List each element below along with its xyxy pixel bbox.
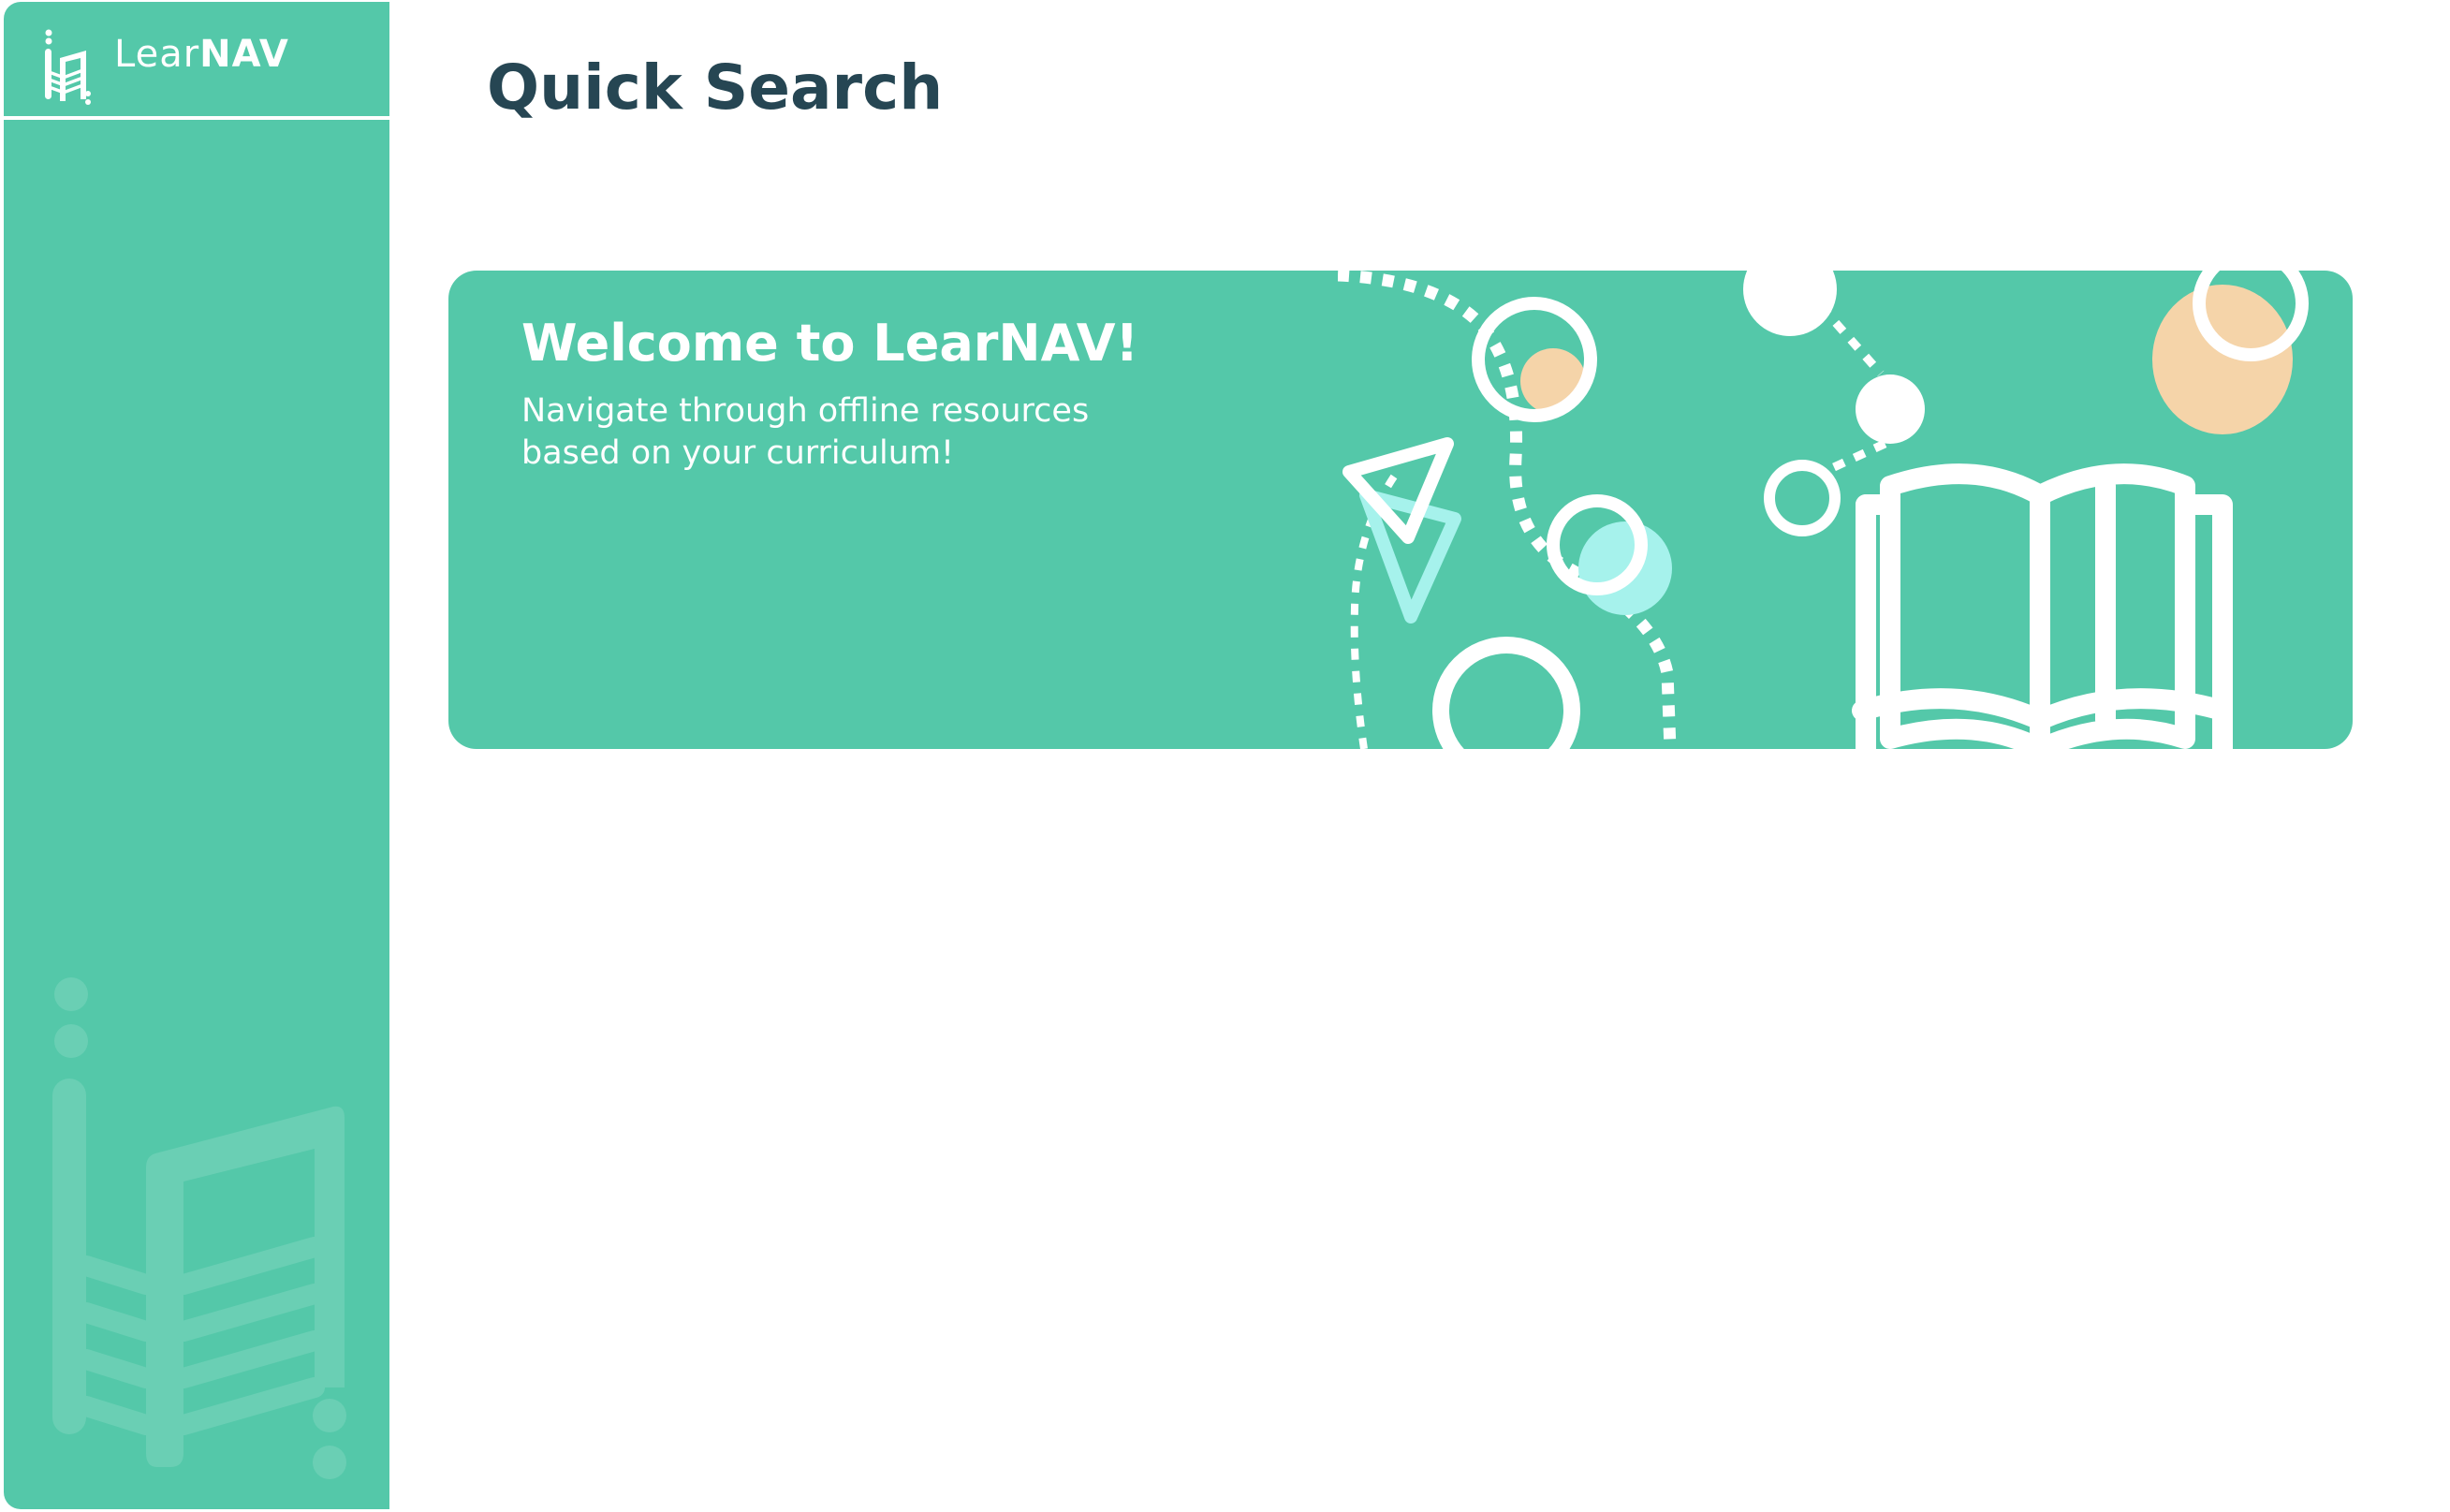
triangle-icon [1342,437,1454,544]
learnav-logo-icon [45,29,91,105]
sidebar: LearNAV [4,2,389,1509]
banner-subtitle-line-2: based on your curriculum! [521,433,955,472]
brand-name-bold: NAV [199,33,289,76]
circle-decor-icon [2152,285,2293,434]
brand-name-light: Lear [114,33,200,76]
banner-subtitle-line-1: Navigate through offline resources [521,392,1090,430]
circle-decor-icon [1856,374,1925,444]
banner-illustration [1338,271,2309,749]
learnav-watermark-icon [52,977,346,1479]
banner-title: Welcome to LearNAV! [521,314,1139,373]
circle-decor-icon [1578,521,1672,615]
circle-decor-icon [1432,637,1580,749]
book-icon [1852,463,2233,749]
circle-decor-icon [1764,460,1841,536]
welcome-banner: Welcome to LearNAV! Navigate through off… [448,271,2353,749]
page-title: Quick Search [487,51,944,124]
banner-subtitle: Navigate through offline resources based… [521,390,1233,475]
circle-decor-icon [1743,271,1837,336]
brand-header[interactable]: LearNAV [4,2,389,120]
brand-name: LearNAV [114,36,289,73]
